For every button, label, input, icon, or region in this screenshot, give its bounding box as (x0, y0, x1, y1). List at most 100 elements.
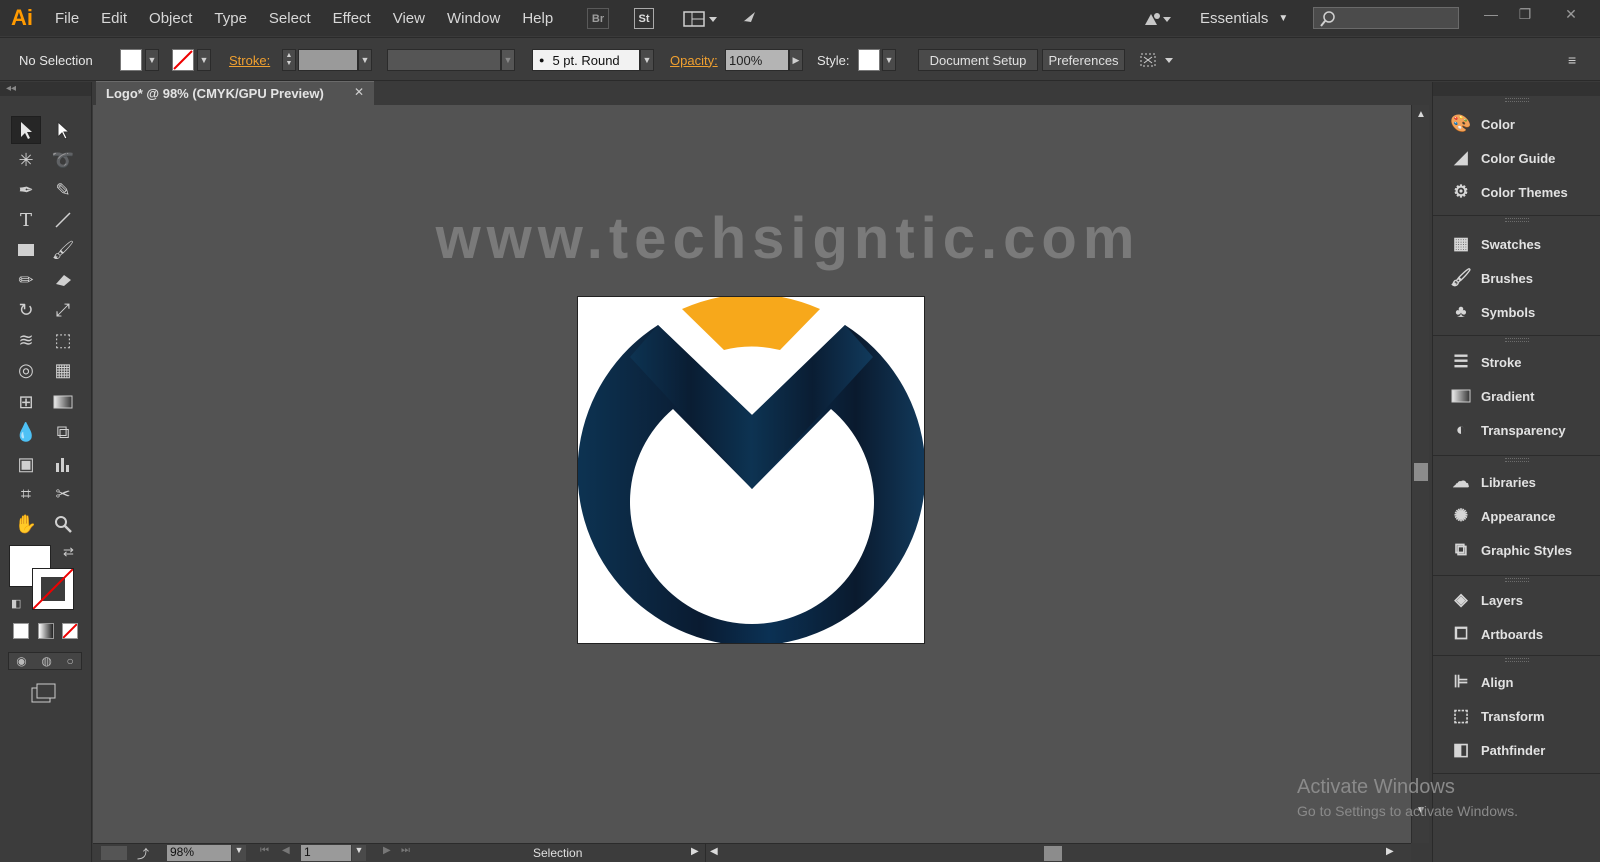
swap-colors-icon[interactable]: ⇄ (63, 544, 74, 560)
stroke-none-swatch[interactable] (172, 49, 194, 71)
direct-selection-tool-icon[interactable] (48, 116, 78, 144)
menu-view[interactable]: View (382, 0, 436, 36)
brush-definition[interactable]: ● 5 pt. Round (532, 49, 640, 71)
panel-brushes[interactable]: 🖌 Brushes (1433, 262, 1600, 294)
none-mode-icon[interactable] (62, 623, 78, 639)
arrange-documents-icon[interactable] (681, 8, 721, 29)
menu-window[interactable]: Window (436, 0, 511, 36)
stroke-color-box[interactable] (32, 568, 74, 610)
collapse-panel-icon[interactable]: ◂◂ (0, 82, 91, 96)
style-dropdown-icon[interactable]: ▼ (882, 49, 896, 71)
menu-select[interactable]: Select (258, 0, 322, 36)
panel-pathfinder[interactable]: ◧ Pathfinder (1433, 734, 1600, 766)
panel-color-guide[interactable]: ◢ Color Guide (1433, 142, 1600, 174)
color-mode-icon[interactable] (13, 623, 29, 639)
last-artboard-icon[interactable]: ⏭ (401, 845, 410, 856)
draw-normal-icon[interactable]: ◉ (16, 654, 26, 668)
bridge-button[interactable]: Br (587, 8, 609, 29)
close-icon[interactable]: ✕ (1556, 4, 1586, 24)
panel-menu-icon[interactable]: ≡ (1568, 49, 1576, 71)
document-setup-button[interactable]: Document Setup (918, 49, 1038, 71)
zoom-dropdown-icon[interactable]: ▼ (232, 845, 246, 861)
opacity-input[interactable]: 100% (725, 49, 789, 71)
help-search-input[interactable] (1313, 7, 1459, 29)
status-menu-icon[interactable]: ▶ (691, 846, 699, 857)
horizontal-scrollbar[interactable]: ◀ ▶ (705, 844, 1405, 862)
type-tool-icon[interactable]: T (11, 206, 41, 234)
panel-color-themes[interactable]: ⚙ Color Themes (1433, 176, 1600, 208)
paintbrush-tool-icon[interactable]: 🖌 (48, 236, 78, 264)
menu-help[interactable]: Help (511, 0, 564, 36)
opacity-expand-icon[interactable]: ▶ (789, 49, 803, 71)
screen-mode-icon[interactable] (30, 682, 58, 709)
first-artboard-icon[interactable]: ⏮ (260, 845, 269, 856)
panel-grip[interactable] (1505, 218, 1529, 222)
panel-libraries[interactable]: ☁ Libraries (1433, 466, 1600, 498)
panel-layers[interactable]: ◈ Layers (1433, 584, 1600, 616)
draw-inside-icon[interactable]: ○ (66, 654, 73, 668)
line-segment-tool-icon[interactable] (48, 206, 78, 234)
shape-builder-tool-icon[interactable]: ◎ (11, 356, 41, 384)
preferences-button[interactable]: Preferences (1042, 49, 1125, 71)
artboard[interactable] (577, 296, 925, 644)
selection-tool-icon[interactable] (11, 116, 41, 144)
next-artboard-icon[interactable]: ▶ (383, 845, 391, 856)
horizontal-scroll-thumb[interactable] (1044, 846, 1062, 861)
zoom-tool-icon[interactable] (48, 510, 78, 538)
previous-artboard-icon[interactable]: ◀ (282, 845, 290, 856)
width-tool-icon[interactable]: ≋ (11, 326, 41, 354)
panel-grip[interactable] (1505, 338, 1529, 342)
panel-grip[interactable] (1505, 658, 1529, 662)
vertical-scroll-thumb[interactable] (1414, 463, 1428, 481)
sync-settings-icon[interactable] (1142, 8, 1176, 29)
menu-object[interactable]: Object (138, 0, 203, 36)
panel-artboards[interactable]: ⧠ Artboards (1433, 618, 1600, 650)
hand-tool-icon[interactable]: ✋ (11, 510, 41, 538)
gradient-mode-icon[interactable] (38, 623, 54, 639)
rectangle-tool-icon[interactable] (11, 236, 41, 264)
panel-grip[interactable] (1505, 578, 1529, 582)
minimize-icon[interactable]: — (1476, 4, 1506, 24)
variable-width-profile[interactable] (387, 49, 501, 71)
panel-graphic-styles[interactable]: ⧉ Graphic Styles (1433, 534, 1600, 566)
curvature-tool-icon[interactable]: ✎ (48, 176, 78, 204)
brush-dropdown-icon[interactable]: ▼ (640, 49, 654, 71)
panel-grip[interactable] (1505, 458, 1529, 462)
rotate-tool-icon[interactable]: ↻ (11, 296, 41, 324)
graphic-style-swatch[interactable] (858, 49, 880, 71)
opacity-label[interactable]: Opacity: (670, 49, 718, 71)
free-transform-tool-icon[interactable]: ⬚ (48, 326, 78, 354)
panel-transparency[interactable]: ◐ Transparency (1433, 414, 1600, 446)
panel-align[interactable]: ⊫ Align (1433, 666, 1600, 698)
lasso-tool-icon[interactable]: ➰ (48, 146, 78, 174)
artboard-number-input[interactable]: 1 (301, 845, 351, 861)
artboard-tool-icon[interactable]: ⌗ (11, 480, 41, 508)
fill-dropdown-icon[interactable]: ▼ (145, 49, 159, 71)
slice-tool-icon[interactable]: ✂ (48, 480, 78, 508)
expand-panels-icon[interactable] (1433, 82, 1600, 96)
stroke-weight-stepper[interactable]: ▲ ▼ (282, 49, 296, 71)
vertical-scrollbar[interactable]: ▲ ▼ (1411, 105, 1429, 843)
stock-button[interactable]: St (634, 8, 654, 29)
blend-tool-icon[interactable]: ⧉ (48, 418, 78, 446)
symbol-sprayer-tool-icon[interactable]: ▣ (11, 450, 41, 478)
stroke-weight-dropdown-icon[interactable]: ▼ (358, 49, 372, 71)
column-graph-tool-icon[interactable] (48, 450, 78, 478)
scale-tool-icon[interactable]: ⤢ (48, 296, 78, 324)
stroke-dropdown-icon[interactable]: ▼ (197, 49, 211, 71)
canvas[interactable]: www.techsigntic.com (93, 105, 1411, 843)
scroll-up-icon[interactable]: ▲ (1416, 109, 1426, 120)
zoom-input[interactable]: 98% (167, 845, 231, 861)
panel-symbols[interactable]: ♣ Symbols (1433, 296, 1600, 328)
panel-stroke[interactable]: ☰ Stroke (1433, 346, 1600, 378)
magic-wand-tool-icon[interactable]: ✳ (11, 146, 41, 174)
menu-type[interactable]: Type (203, 0, 258, 36)
eyedropper-tool-icon[interactable]: 💧 (11, 418, 41, 446)
scroll-right-icon[interactable]: ▶ (1386, 846, 1394, 857)
mesh-tool-icon[interactable]: ⊞ (11, 388, 41, 416)
menu-file[interactable]: File (44, 0, 90, 36)
scroll-left-icon[interactable]: ◀ (710, 846, 718, 857)
artboard-dropdown-icon[interactable]: ▼ (352, 845, 366, 861)
stroke-label[interactable]: Stroke: (229, 49, 270, 71)
panel-appearance[interactable]: ✺ Appearance (1433, 500, 1600, 532)
